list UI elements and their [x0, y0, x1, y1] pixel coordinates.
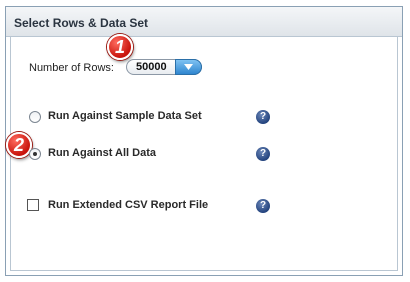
radio-all-data[interactable]	[29, 148, 41, 160]
panel-header: Select Rows & Data Set	[6, 7, 402, 37]
extended-csv-checkbox[interactable]	[27, 199, 39, 211]
number-of-rows-label: Number of Rows:	[29, 62, 114, 74]
number-of-rows-value: 50000	[136, 61, 167, 73]
radio-sample-data-set[interactable]	[29, 111, 41, 123]
panel-title: Select Rows & Data Set	[14, 16, 149, 30]
chevron-down-icon	[184, 64, 193, 70]
extended-csv-label: Run Extended CSV Report File	[48, 199, 209, 211]
sample-data-set-label: Run Against Sample Data Set	[48, 110, 202, 122]
help-icon[interactable]: ?	[256, 199, 270, 213]
help-icon[interactable]: ?	[256, 147, 270, 161]
help-icon[interactable]: ?	[256, 110, 270, 124]
step-1-badge: 1	[107, 34, 133, 60]
all-data-label: Run Against All Data	[48, 147, 156, 159]
number-of-rows-select[interactable]: 50000	[126, 59, 202, 75]
dropdown-button[interactable]	[175, 59, 202, 75]
select-rows-panel: Select Rows & Data Set	[5, 6, 403, 276]
